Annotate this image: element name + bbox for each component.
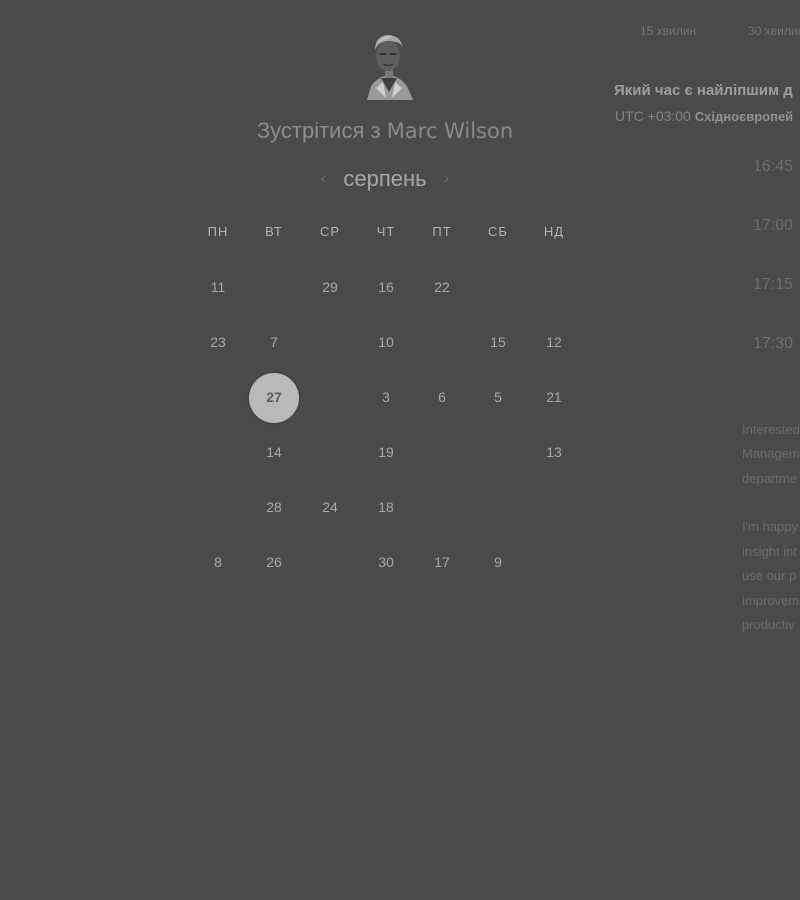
calendar-week: 23 7 10 15 12	[190, 315, 582, 370]
calendar-day	[190, 480, 246, 535]
calendar-day[interactable]: 8	[190, 535, 246, 590]
bio-line: Managem	[742, 446, 800, 461]
host-name: Marc Wilson	[386, 119, 514, 143]
weekday-mon: ПН	[207, 224, 229, 239]
calendar-day[interactable]: 14	[246, 425, 302, 480]
calendar-day[interactable]: 7	[246, 315, 302, 370]
calendar-day	[302, 370, 358, 425]
page-title: Зустрітися з Marc Wilson	[185, 118, 585, 144]
calendar-week: 28 24 18	[190, 480, 582, 535]
calendar-day	[526, 260, 582, 315]
scheduling-page: Зустрітися з Marc Wilson ‹ серпень › ПН …	[0, 0, 800, 900]
calendar-day	[470, 480, 526, 535]
selected-day-number: 27	[266, 389, 282, 405]
calendar-day[interactable]: 21	[526, 370, 582, 425]
calendar-day[interactable]: 15	[470, 315, 526, 370]
month-navigation: ‹ серпень ›	[300, 164, 470, 194]
calendar-day	[190, 370, 246, 425]
calendar-day[interactable]: 13	[526, 425, 582, 480]
calendar-week: 27 3 6 5 21	[190, 370, 582, 425]
calendar-day	[470, 425, 526, 480]
bio-line: Interested	[742, 422, 800, 437]
calendar-day[interactable]: 29	[302, 260, 358, 315]
time-question: Який час є найліпшим д	[614, 82, 793, 99]
calendar-day	[526, 535, 582, 590]
calendar-day	[526, 480, 582, 535]
title-prefix: Зустрітися з	[256, 118, 381, 143]
calendar-week: 11 29 16 22	[190, 260, 582, 315]
calendar-day	[302, 315, 358, 370]
duration-tabs: 15 хвилин 30 хвилин	[640, 24, 800, 38]
prev-month-icon[interactable]: ‹	[313, 170, 333, 188]
calendar-day	[414, 315, 470, 370]
calendar-day	[302, 535, 358, 590]
calendar-day[interactable]: 12	[526, 315, 582, 370]
calendar-day[interactable]: 30	[358, 535, 414, 590]
bio-line: insight int	[742, 544, 797, 559]
calendar-day[interactable]: 19	[358, 425, 414, 480]
calendar-day[interactable]: 28	[246, 480, 302, 535]
calendar-day[interactable]: 10	[358, 315, 414, 370]
calendar-day[interactable]: 9	[470, 535, 526, 590]
calendar-day[interactable]: 11	[190, 260, 246, 315]
calendar-day	[302, 425, 358, 480]
calendar-day	[246, 260, 302, 315]
time-slot[interactable]: 16:45	[753, 158, 793, 176]
weekday-thu: ЧТ	[376, 224, 396, 239]
calendar-grid: 11 29 16 22 23 7 10 15 12 27 3 6 5 21 14…	[190, 260, 582, 590]
time-slot[interactable]: 17:00	[753, 217, 793, 235]
timezone-selector[interactable]: UTC +03:00 Східноєвропей	[615, 108, 793, 124]
host-avatar	[361, 30, 417, 100]
calendar-day[interactable]: 3	[358, 370, 414, 425]
tab-duration-15[interactable]: 15 хвилин	[640, 24, 696, 38]
weekday-wed: СР	[319, 224, 341, 239]
timezone-name: Східноєвропей	[694, 109, 794, 124]
calendar-day[interactable]: 5	[470, 370, 526, 425]
avatar-image	[367, 35, 413, 100]
calendar-day	[190, 425, 246, 480]
calendar-day	[414, 425, 470, 480]
weekday-tue: ВТ	[265, 224, 283, 239]
calendar-day[interactable]: 17	[414, 535, 470, 590]
bio-line: I'm happy	[742, 519, 798, 534]
time-slot[interactable]: 17:15	[753, 276, 793, 294]
calendar-day-selected[interactable]: 27	[246, 370, 302, 425]
calendar-day[interactable]: 16	[358, 260, 414, 315]
calendar-day[interactable]: 23	[190, 315, 246, 370]
calendar-week: 8 26 30 17 9	[190, 535, 582, 590]
bio-line: improvem	[742, 593, 800, 608]
bio-line: productiv	[742, 617, 795, 632]
tab-duration-30[interactable]: 30 хвилин	[748, 24, 800, 38]
calendar-day	[414, 480, 470, 535]
calendar-day[interactable]: 24	[302, 480, 358, 535]
calendar-week: 14 19 13	[190, 425, 582, 480]
timezone-offset: UTC +03:00	[615, 108, 691, 124]
month-label: серпень	[343, 166, 427, 191]
weekday-sat: СБ	[488, 224, 508, 239]
calendar-day[interactable]: 22	[414, 260, 470, 315]
bio-line: departme	[742, 471, 797, 486]
calendar-day[interactable]: 26	[246, 535, 302, 590]
next-month-icon[interactable]: ›	[437, 170, 457, 188]
weekday-header: ПН ВТ СР ЧТ ПТ СБ НД	[190, 224, 582, 239]
calendar-day[interactable]: 18	[358, 480, 414, 535]
weekday-fri: ПТ	[432, 224, 452, 239]
time-slot[interactable]: 17:30	[753, 335, 793, 353]
calendar-day[interactable]: 6	[414, 370, 470, 425]
calendar-day	[470, 260, 526, 315]
weekday-sun: НД	[543, 224, 565, 239]
bio-line: use our p	[742, 568, 797, 583]
